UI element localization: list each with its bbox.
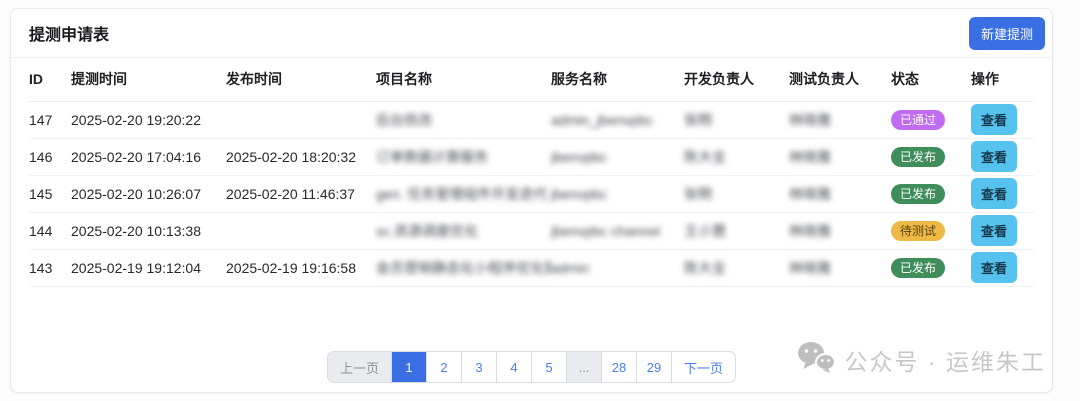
cell-test-owner-redacted: 林晓雅	[789, 175, 891, 212]
cell-submit-time: 2025-02-20 17:04:16	[71, 138, 226, 175]
table-wrap: ID 提测时间 发布时间 项目名称 服务名称 开发负责人 测试负责人 状态 操作…	[11, 58, 1052, 287]
cell-submit-time: 2025-02-19 19:12:04	[71, 249, 226, 286]
new-test-request-button[interactable]: 新建提测	[969, 17, 1045, 50]
cell-test-owner-redacted: 林晓雅	[789, 249, 891, 286]
cell-test-owner-redacted: 林晓雅	[789, 101, 891, 138]
table-row: 146 2025-02-20 17:04:16 2025-02-20 18:20…	[29, 138, 1034, 175]
col-header-submit-time: 提测时间	[71, 58, 226, 101]
page-title: 提测申请表	[29, 21, 109, 45]
view-button[interactable]: 查看	[971, 104, 1017, 135]
pagination-page-4[interactable]: 4	[496, 352, 531, 382]
status-badge: 已发布	[891, 184, 945, 204]
col-header-test-owner: 测试负责人	[789, 58, 891, 101]
col-header-project-name: 项目名称	[376, 58, 551, 101]
table-header-row: ID 提测时间 发布时间 项目名称 服务名称 开发负责人 测试负责人 状态 操作	[29, 58, 1034, 101]
cell-release-time	[226, 101, 376, 138]
cell-service-name-redacted: admin	[551, 249, 684, 286]
cell-dev-owner-redacted: 陈大全	[684, 249, 789, 286]
cell-project-name-redacted: 会员营销静态化小程序优化需求	[376, 249, 551, 286]
cell-test-owner-redacted: 林晓雅	[789, 212, 891, 249]
cell-project-name-redacted: 后台技改	[376, 101, 551, 138]
pagination-ellipsis[interactable]: ...	[566, 352, 601, 382]
cell-submit-time: 2025-02-20 19:20:22	[71, 101, 226, 138]
col-header-id: ID	[29, 58, 71, 101]
view-button[interactable]: 查看	[971, 215, 1017, 246]
cell-release-time: 2025-02-20 18:20:32	[226, 138, 376, 175]
cell-service-name-redacted: jbenvpbc	[551, 138, 684, 175]
cell-project-name-redacted: 订单数据计算服务	[376, 138, 551, 175]
cell-service-name-redacted: jbenvpbc channel	[551, 212, 684, 249]
cell-id: 145	[29, 175, 71, 212]
cell-id: 144	[29, 212, 71, 249]
view-button[interactable]: 查看	[971, 141, 1017, 172]
cell-test-owner-redacted: 林晓雅	[789, 138, 891, 175]
cell-release-time: 2025-02-20 11:46:37	[226, 175, 376, 212]
cell-service-name-redacted: jbenvpbc	[551, 175, 684, 212]
status-badge: 已发布	[891, 258, 945, 278]
table-row: 145 2025-02-20 10:26:07 2025-02-20 11:46…	[29, 175, 1034, 212]
cell-dev-owner-redacted: 王小慧	[684, 212, 789, 249]
pagination-prev-button[interactable]: 上一页	[328, 352, 391, 382]
table-row: 144 2025-02-20 10:13:38 sc.资源调度优化 jbenvp…	[29, 212, 1034, 249]
cell-id: 143	[29, 249, 71, 286]
status-badge: 已通过	[891, 110, 945, 130]
cell-release-time: 2025-02-19 19:16:58	[226, 249, 376, 286]
status-badge: 待测试	[891, 221, 945, 241]
pagination-page-28[interactable]: 28	[601, 352, 636, 382]
cell-id: 146	[29, 138, 71, 175]
status-badge: 已发布	[891, 147, 945, 167]
test-request-card: 提测申请表 新建提测 ID 提测时间 发布时间 项目名称 服务名称 开发负责人 …	[10, 8, 1053, 393]
cell-project-name-redacted: sc.资源调度优化	[376, 212, 551, 249]
cell-dev-owner-redacted: 张明	[684, 175, 789, 212]
pagination-group: 上一页 1 2 3 4 5 ... 28 29 下一页	[327, 351, 736, 383]
table-row: 147 2025-02-20 19:20:22 后台技改 admin_jbenv…	[29, 101, 1034, 138]
col-header-service-name: 服务名称	[551, 58, 684, 101]
cell-submit-time: 2025-02-20 10:13:38	[71, 212, 226, 249]
col-header-dev-owner: 开发负责人	[684, 58, 789, 101]
col-header-action: 操作	[971, 58, 1034, 101]
cell-project-name-redacted: gen. 任务管理组件开发迭代	[376, 175, 551, 212]
cell-id: 147	[29, 101, 71, 138]
view-button[interactable]: 查看	[971, 252, 1017, 283]
cell-submit-time: 2025-02-20 10:26:07	[71, 175, 226, 212]
col-header-release-time: 发布时间	[226, 58, 376, 101]
table-row: 143 2025-02-19 19:12:04 2025-02-19 19:16…	[29, 249, 1034, 286]
cell-service-name-redacted: admin_jbenvpbc	[551, 101, 684, 138]
pagination: 上一页 1 2 3 4 5 ... 28 29 下一页	[11, 351, 1052, 383]
pagination-page-29[interactable]: 29	[636, 352, 671, 382]
pagination-page-3[interactable]: 3	[461, 352, 496, 382]
test-request-table: ID 提测时间 发布时间 项目名称 服务名称 开发负责人 测试负责人 状态 操作…	[29, 58, 1034, 287]
pagination-page-1[interactable]: 1	[391, 352, 426, 382]
cell-dev-owner-redacted: 张明	[684, 101, 789, 138]
pagination-page-5[interactable]: 5	[531, 352, 566, 382]
view-button[interactable]: 查看	[971, 178, 1017, 209]
pagination-page-2[interactable]: 2	[426, 352, 461, 382]
card-header: 提测申请表 新建提测	[11, 9, 1052, 58]
pagination-next-button[interactable]: 下一页	[671, 352, 735, 382]
cell-release-time	[226, 212, 376, 249]
cell-dev-owner-redacted: 陈大全	[684, 138, 789, 175]
col-header-status: 状态	[891, 58, 971, 101]
